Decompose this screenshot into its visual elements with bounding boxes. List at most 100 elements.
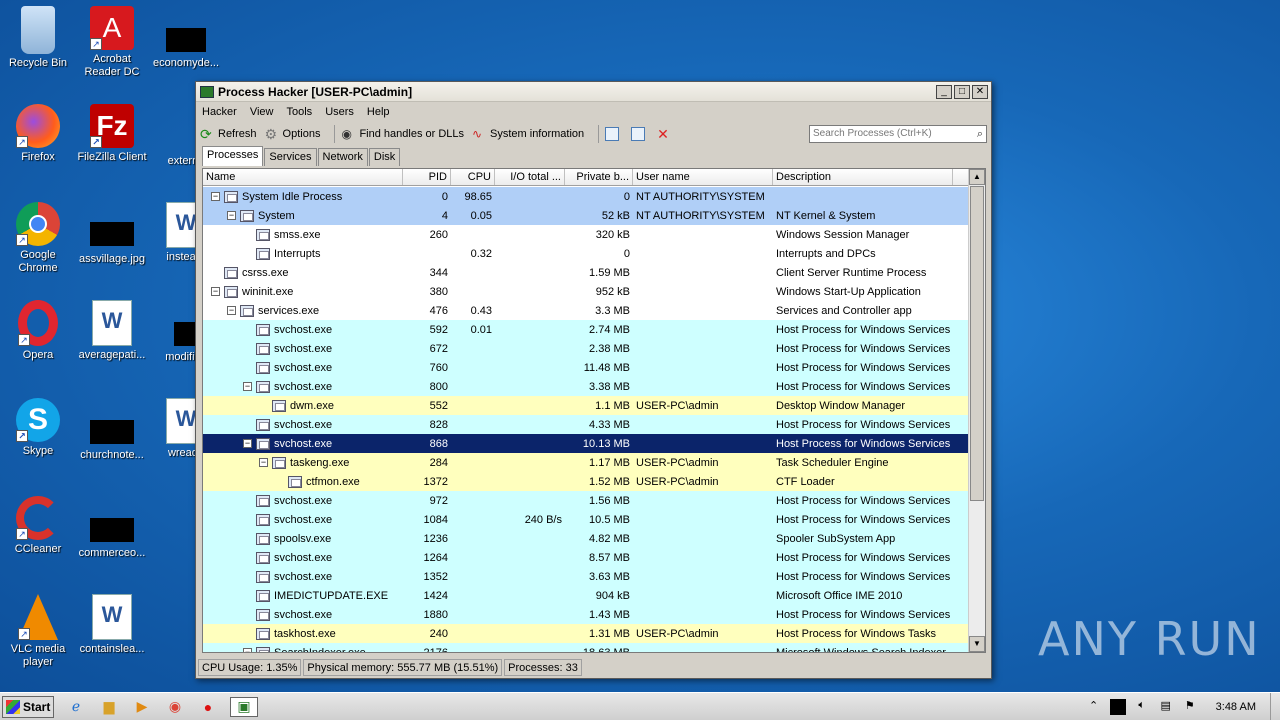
desktop-icon-ccleaner[interactable]: ↗ CCleaner [0, 496, 76, 556]
scrollbar-thumb[interactable] [970, 186, 984, 501]
system-information-button[interactable]: ∿ System information [472, 127, 584, 141]
chrome-taskbar-icon[interactable]: ◉ [164, 697, 186, 717]
desktop-icon-containslea[interactable]: W containslea... [74, 594, 150, 656]
tab-network[interactable]: Network [317, 148, 368, 166]
column-header-cpu[interactable]: CPU [451, 169, 495, 185]
process-hacker-taskbar-icon[interactable]: ▣ [230, 696, 258, 717]
table-row[interactable]: − wininit.exe 380 952 kB Windows Start-Up Ap… [203, 282, 969, 301]
collapse-icon[interactable]: − [243, 439, 252, 448]
collapse-icon[interactable]: − [211, 287, 220, 296]
flag-icon[interactable]: ⚑ [1182, 699, 1198, 715]
table-row[interactable]: svchost.exe 1880 1.43 MB Host Process for W… [203, 605, 969, 624]
table-row[interactable]: − taskeng.exe 284 1.17 MB USER-PC\admin Task … [203, 453, 969, 472]
chevron-up-icon[interactable]: ⌃ [1086, 699, 1102, 715]
column-header-name[interactable]: Name [203, 169, 403, 185]
pid-cell: 4 [441, 209, 448, 222]
close-button[interactable]: ✕ [972, 84, 988, 99]
table-row[interactable]: dwm.exe 552 1.1 MB USER-PC\admin Desktop Win… [203, 396, 969, 415]
terminate-button[interactable]: ✕ [657, 127, 675, 141]
desktop-icon-filezilla[interactable]: Fz ↗ FileZilla Client [74, 104, 150, 164]
table-row[interactable]: taskhost.exe 240 1.31 MB USER-PC\admin Host … [203, 624, 969, 643]
tab-services[interactable]: Services [264, 148, 317, 166]
desktop-icon-recycle-bin[interactable]: Recycle Bin [0, 6, 76, 70]
table-row[interactable]: svchost.exe 1264 8.57 MB Host Process for W… [203, 548, 969, 567]
desktop-icon-assvillage[interactable]: assvillage.jpg [74, 202, 150, 266]
menu-help[interactable]: Help [367, 106, 390, 118]
desktop-icon-chrome[interactable]: ↗ Google Chrome [0, 202, 76, 275]
minimize-button[interactable]: _ [936, 84, 952, 99]
collapse-icon[interactable]: − [259, 458, 268, 467]
table-row[interactable]: csrss.exe 344 1.59 MB Client Server Runtime… [203, 263, 969, 282]
tab-processes[interactable]: Processes [202, 146, 264, 166]
show-desktop-button[interactable] [1270, 693, 1280, 720]
menu-users[interactable]: Users [325, 106, 354, 118]
table-row[interactable]: svchost.exe 972 1.56 MB Host Process for Wi… [203, 491, 969, 510]
column-header-user-name[interactable]: User name [633, 169, 773, 185]
table-row[interactable]: svchost.exe 672 2.38 MB Host Process for Wi… [203, 339, 969, 358]
desktop-icon-acrobat[interactable]: A ↗ Acrobat Reader DC [74, 6, 150, 79]
volume-icon[interactable]: 🔈︎ [1134, 699, 1150, 715]
network-icon[interactable]: ▤ [1158, 699, 1174, 715]
table-row[interactable]: − System Idle Process 0 98.65 0 NT AUTHORITY\… [203, 187, 969, 206]
table-row[interactable]: IMEDICTUPDATE.EXE 1424 904 kB Microsoft Off… [203, 586, 969, 605]
table-row[interactable]: Interrupts 0.32 0 Interrupts and DPCs [203, 244, 969, 263]
show-window-button[interactable] [605, 127, 623, 141]
taskbar: Start ℯ ▆ ▶ ◉ ● ▣ ⌃ 🔈︎ ▤ ⚑ 3:48 AM [0, 692, 1280, 720]
table-row[interactable]: svchost.exe 828 4.33 MB Host Process for Wi… [203, 415, 969, 434]
table-row[interactable]: svchost.exe 1352 3.63 MB Host Process for W… [203, 567, 969, 586]
process-hacker-tray-icon[interactable] [1109, 699, 1126, 715]
refresh-button[interactable]: ⟳ Refresh [200, 127, 257, 141]
desktop-icon-economyde[interactable]: economyde... [148, 6, 224, 70]
process-name: svchost.exe [274, 437, 333, 450]
options-button[interactable]: ⚙ Options [265, 127, 321, 141]
desktop-icon-commerceo[interactable]: commerceo... [74, 496, 150, 560]
pid-cell: 1264 [423, 551, 448, 564]
title-bar[interactable]: Process Hacker [USER-PC\admin] _ □ ✕ [196, 82, 991, 102]
maximize-button[interactable]: □ [954, 84, 970, 99]
menu-view[interactable]: View [250, 106, 274, 118]
column-header-pid[interactable]: PID [403, 169, 451, 185]
collapse-icon[interactable]: − [211, 192, 220, 201]
table-row[interactable]: smss.exe 260 320 kB Windows Session Manager [203, 225, 969, 244]
desktop-icon-opera[interactable]: ↗ Opera [0, 300, 76, 362]
desktop-icon-averagepati[interactable]: W averagepati... [74, 300, 150, 362]
tab-disk[interactable]: Disk [368, 148, 401, 166]
table-row[interactable]: ctfmon.exe 1372 1.52 MB USER-PC\admin CTF Lo… [203, 472, 969, 491]
find-window-button[interactable] [631, 127, 649, 141]
table-row[interactable]: − System 4 0.05 52 kB NT AUTHORITY\SYSTEM NT K… [203, 206, 969, 225]
process-icon [224, 190, 238, 203]
opera-taskbar-icon[interactable]: ● [197, 697, 219, 717]
internet-explorer-icon[interactable]: ℯ [65, 697, 87, 717]
desktop-icon-vlc[interactable]: ↗ VLC media player [0, 594, 76, 669]
table-row[interactable]: spoolsv.exe 1236 4.82 MB Spooler SubSystem … [203, 529, 969, 548]
start-button[interactable]: Start [2, 695, 54, 718]
find-handles-button[interactable]: ◉ Find handles or DLLs [341, 127, 464, 141]
table-row[interactable]: − svchost.exe 800 3.38 MB Host Process for W… [203, 377, 969, 396]
desktop-icon-firefox[interactable]: ↗ Firefox [0, 104, 76, 164]
scroll-down-icon[interactable]: ▼ [969, 636, 985, 652]
menu-tools[interactable]: Tools [287, 106, 313, 118]
collapse-icon[interactable]: − [227, 211, 236, 220]
table-row[interactable]: − services.exe 476 0.43 3.3 MB Services and C… [203, 301, 969, 320]
desktop-icon-churchnote[interactable]: churchnote... [74, 398, 150, 462]
column-header-private-bytes[interactable]: Private b... [565, 169, 633, 185]
column-header-io-total[interactable]: I/O total ... [495, 169, 565, 185]
column-header-description[interactable]: Description [773, 169, 953, 185]
table-row[interactable]: svchost.exe 1084 240 B/s 10.5 MB Host Proces… [203, 510, 969, 529]
table-row[interactable]: svchost.exe 592 0.01 2.74 MB Host Process fo… [203, 320, 969, 339]
table-row[interactable]: svchost.exe 760 11.48 MB Host Process for W… [203, 358, 969, 377]
desktop-icon-skype[interactable]: S ↗ Skype [0, 398, 76, 458]
file-explorer-icon[interactable]: ▆ [98, 697, 120, 717]
search-input[interactable]: Search Processes (Ctrl+K) ⌕ [809, 125, 987, 143]
collapse-icon[interactable]: − [227, 306, 236, 315]
media-player-icon[interactable]: ▶ [131, 697, 153, 717]
vertical-scrollbar[interactable]: ▲ ▼ [968, 169, 985, 652]
collapse-icon[interactable]: − [243, 382, 252, 391]
pid-cell: 1084 [423, 513, 448, 526]
menu-hacker[interactable]: Hacker [202, 106, 237, 118]
scroll-up-icon[interactable]: ▲ [969, 169, 985, 185]
table-row[interactable]: − svchost.exe 868 10.13 MB Host Process for … [203, 434, 969, 453]
collapse-icon[interactable]: − [243, 648, 252, 652]
table-row[interactable]: − SearchIndexer.exe 2176 18.63 MB Microsoft … [203, 643, 969, 652]
clock[interactable]: 3:48 AM [1216, 701, 1256, 713]
